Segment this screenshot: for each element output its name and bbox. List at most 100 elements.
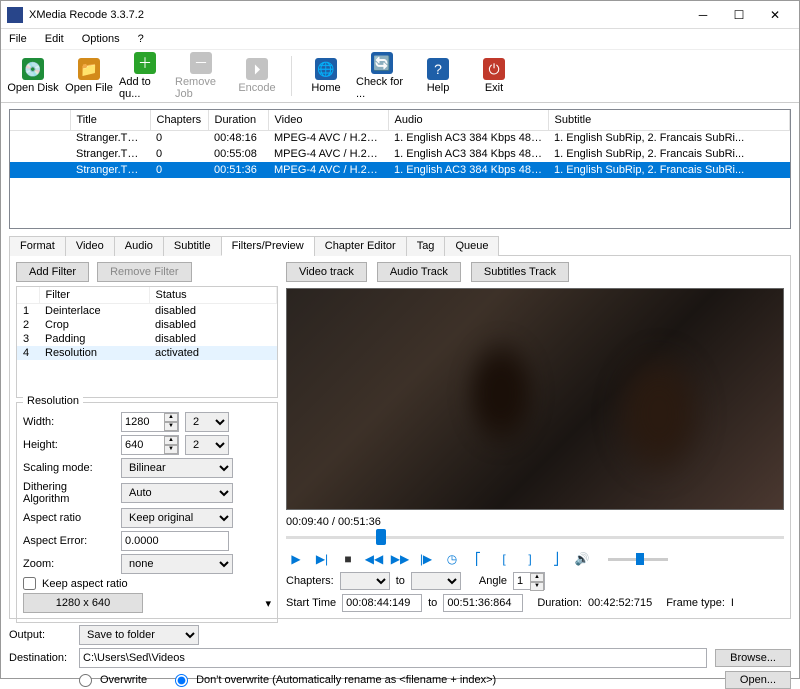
stop-icon[interactable]: ■ <box>338 550 358 568</box>
audio-track-button[interactable]: Audio Track <box>377 262 461 282</box>
col-num <box>17 287 39 304</box>
aspect-select[interactable]: Keep original <box>121 508 233 528</box>
width-label: Width: <box>23 416 115 428</box>
toolbar-exit[interactable]: ⏻Exit <box>468 52 520 100</box>
toolbar-encode[interactable]: ⏵Encode <box>231 52 283 100</box>
tab-subtitle[interactable]: Subtitle <box>163 236 222 256</box>
toolbar-open-file[interactable]: 📁Open File <box>63 52 115 100</box>
output-section: Output: Save to folder Destination: Brow… <box>9 625 791 689</box>
file-row[interactable]: Stranger.Things...000:48:16MPEG-4 AVC / … <box>10 130 790 146</box>
tab-strip: FormatVideoAudioSubtitleFilters/PreviewC… <box>9 235 791 255</box>
overwrite-label: Overwrite <box>100 674 147 686</box>
video-track-button[interactable]: Video track <box>286 262 367 282</box>
filter-row[interactable]: 4Resolutionactivated <box>17 346 277 360</box>
toolbar-help[interactable]: ?Help <box>412 52 464 100</box>
col-chapters[interactable]: Chapters <box>150 110 208 130</box>
size-button[interactable]: 1280 x 640 <box>23 593 143 613</box>
keep-aspect-checkbox[interactable] <box>23 577 36 590</box>
video-preview <box>286 288 784 510</box>
col-duration[interactable]: Duration <box>208 110 268 130</box>
bracket-right-icon[interactable]: ] <box>520 550 540 568</box>
zoom-select[interactable]: none <box>121 554 233 574</box>
start-time-input[interactable] <box>342 594 422 612</box>
step-forward-icon[interactable]: |▶ <box>416 550 436 568</box>
chapters-label: Chapters: <box>286 575 334 587</box>
toolbar-remove-job[interactable]: －Remove Job <box>175 52 227 100</box>
add-filter-button[interactable]: Add Filter <box>16 262 89 282</box>
scaling-select[interactable]: Bilinear <box>121 458 233 478</box>
toolbar-add-to-qu-[interactable]: ＋Add to qu... <box>119 52 171 100</box>
tab-video[interactable]: Video <box>65 236 115 256</box>
zoom-label: Zoom: <box>23 558 115 570</box>
col-filter: Filter <box>39 287 149 304</box>
browse-button[interactable]: Browse... <box>715 649 791 667</box>
filter-row[interactable]: 1Deinterlacedisabled <box>17 304 277 319</box>
mark-in-icon[interactable]: ⎡ <box>468 550 488 568</box>
bracket-left-icon[interactable]: [ <box>494 550 514 568</box>
chevron-down-icon[interactable]: ▾ <box>265 597 271 610</box>
close-button[interactable]: ✕ <box>757 3 793 27</box>
duration-label: Duration: <box>537 597 582 609</box>
play-icon[interactable]: ▶ <box>286 550 306 568</box>
angle-label: Angle <box>479 575 507 587</box>
menu-file[interactable]: File <box>5 32 31 46</box>
chapter-from-select[interactable] <box>340 572 390 590</box>
dither-select[interactable]: Auto <box>121 483 233 503</box>
width-step-select[interactable]: 2 <box>185 412 229 432</box>
tab-audio[interactable]: Audio <box>114 236 164 256</box>
remove-filter-button[interactable]: Remove Filter <box>97 262 191 282</box>
toolbar-check-for-[interactable]: 🔄Check for ... <box>356 52 408 100</box>
height-step-select[interactable]: 2 <box>185 435 229 455</box>
maximize-button[interactable]: ☐ <box>721 3 757 27</box>
destination-input[interactable] <box>79 648 707 668</box>
toolbar-home[interactable]: 🌐Home <box>300 52 352 100</box>
output-mode-select[interactable]: Save to folder <box>79 625 199 645</box>
tab-filters-preview[interactable]: Filters/Preview <box>221 236 315 256</box>
frame-type-label: Frame type: <box>666 597 725 609</box>
aspect-error-label: Aspect Error: <box>23 535 115 547</box>
filters-preview-panel: Add Filter Remove Filter Filter Status 1… <box>9 255 791 619</box>
col-subtitle[interactable]: Subtitle <box>548 110 790 130</box>
filter-row[interactable]: 3Paddingdisabled <box>17 332 277 346</box>
overwrite-radio[interactable] <box>79 674 92 687</box>
volume-slider[interactable] <box>608 552 668 566</box>
col-title[interactable]: Title <box>70 110 150 130</box>
forward-icon[interactable]: ▶▶ <box>390 550 410 568</box>
resolution-group: Resolution Width: ▲▼ 2 Height: ▲▼ 2 Scal… <box>16 402 278 623</box>
menu-options[interactable]: Options <box>78 32 124 46</box>
clock-icon[interactable]: ◷ <box>442 550 462 568</box>
destination-label: Destination: <box>9 652 71 664</box>
end-time-input[interactable] <box>443 594 523 612</box>
toolbar-open-disk[interactable]: 💿Open Disk <box>7 52 59 100</box>
col-video[interactable]: Video <box>268 110 388 130</box>
tab-chapter-editor[interactable]: Chapter Editor <box>314 236 407 256</box>
menubar: File Edit Options ? <box>1 29 799 49</box>
open-button[interactable]: Open... <box>725 671 791 689</box>
speaker-icon[interactable]: 🔊 <box>572 550 592 568</box>
aspect-error-input[interactable] <box>121 531 229 551</box>
filter-row[interactable]: 2Cropdisabled <box>17 318 277 332</box>
col-audio[interactable]: Audio <box>388 110 548 130</box>
dont-overwrite-radio[interactable] <box>175 674 188 687</box>
menu-help[interactable]: ? <box>134 32 148 46</box>
toolbar: 💿Open Disk📁Open File＋Add to qu...－Remove… <box>1 49 799 103</box>
subtitles-track-button[interactable]: Subtitles Track <box>471 262 569 282</box>
dont-overwrite-label: Don't overwrite (Automatically rename as… <box>196 674 496 686</box>
titlebar: XMedia Recode 3.3.7.2 ─ ☐ ✕ <box>1 1 799 29</box>
tab-tag[interactable]: Tag <box>406 236 446 256</box>
seek-slider[interactable] <box>286 528 784 546</box>
minimize-button[interactable]: ─ <box>685 3 721 27</box>
next-icon[interactable]: ▶| <box>312 550 332 568</box>
file-row[interactable]: Stranger.Things...000:51:36MPEG-4 AVC / … <box>10 162 790 178</box>
chapter-to-select[interactable] <box>411 572 461 590</box>
file-grid[interactable]: TitleChaptersDurationVideoAudioSubtitle … <box>9 109 791 229</box>
file-row[interactable]: Stranger.Things...000:55:08MPEG-4 AVC / … <box>10 146 790 162</box>
rewind-icon[interactable]: ◀◀ <box>364 550 384 568</box>
menu-edit[interactable]: Edit <box>41 32 68 46</box>
tab-format[interactable]: Format <box>9 236 66 256</box>
keep-aspect-label: Keep aspect ratio <box>42 578 128 590</box>
scaling-label: Scaling mode: <box>23 462 115 474</box>
filter-list[interactable]: Filter Status 1Deinterlacedisabled2Cropd… <box>16 286 278 398</box>
tab-queue[interactable]: Queue <box>444 236 499 256</box>
mark-out-icon[interactable]: ⎦ <box>546 550 566 568</box>
